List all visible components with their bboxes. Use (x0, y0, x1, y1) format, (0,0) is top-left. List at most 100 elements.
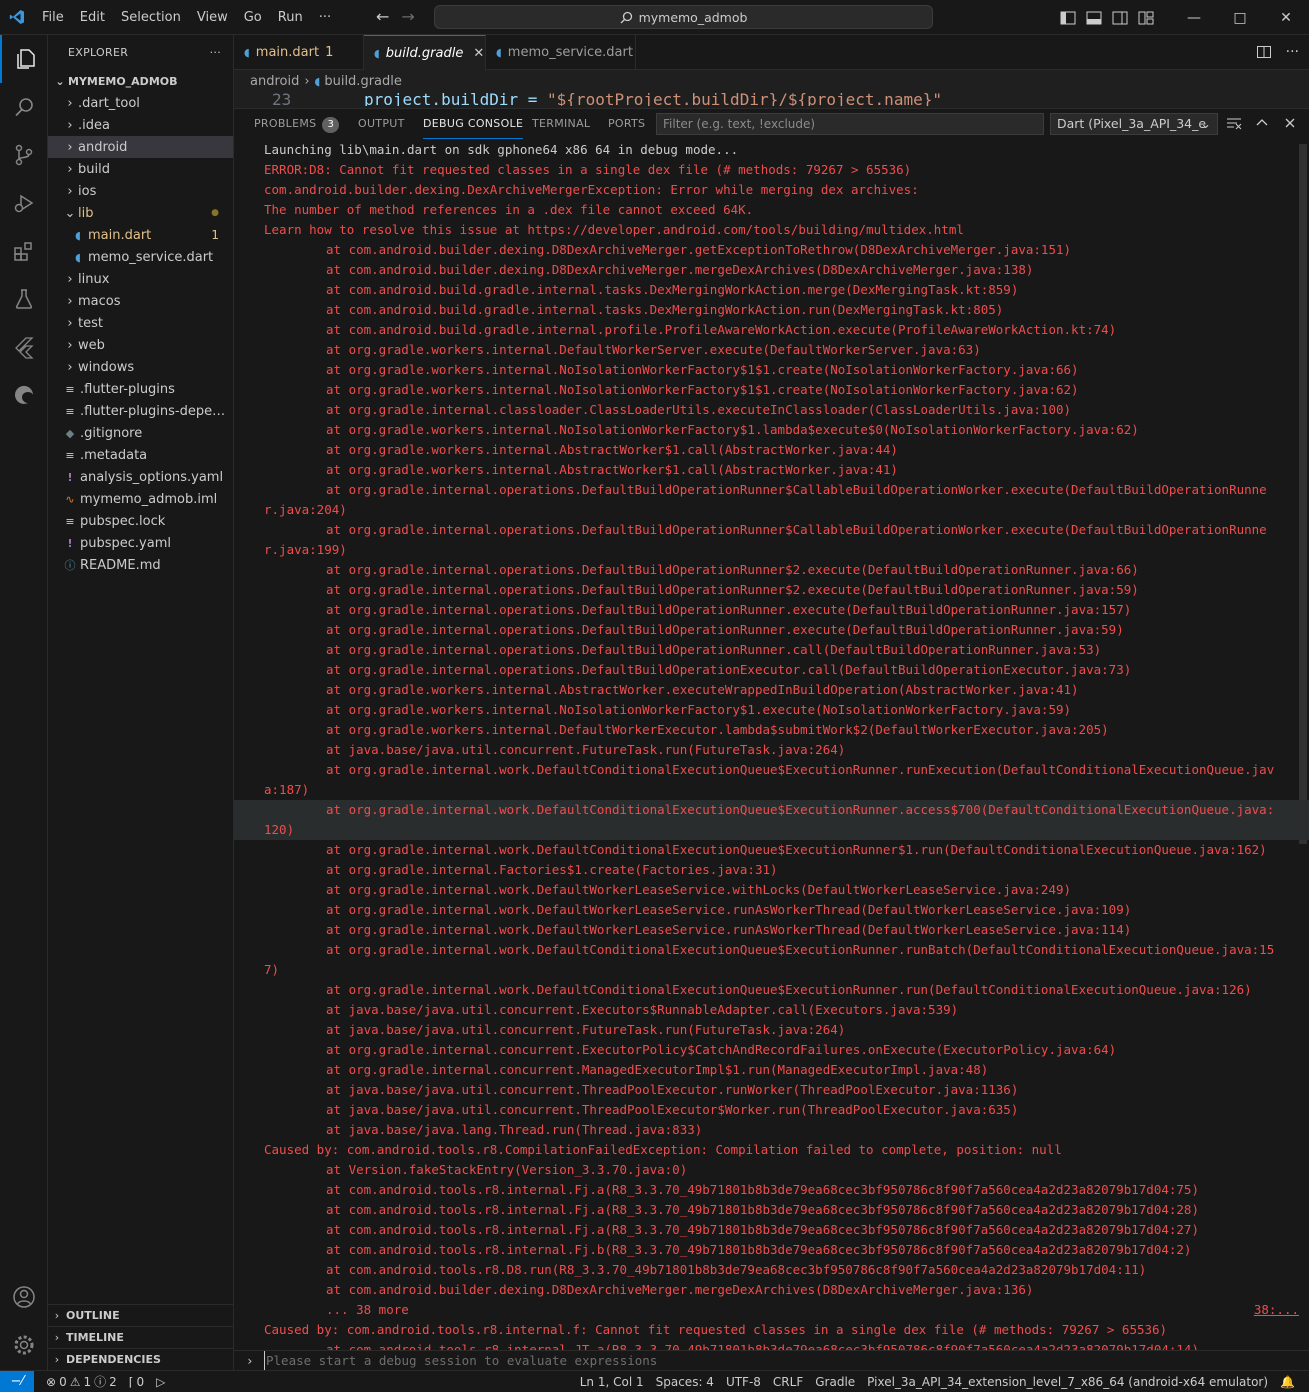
run-and-debug-icon[interactable] (0, 179, 48, 227)
tab-ports[interactable]: PORTS (608, 117, 645, 139)
tree-item-flutter-plugins-dependencies[interactable]: ≡ .flutter-plugins-dependencies (48, 400, 233, 422)
tree-item-memo-service-dart[interactable]: ◖ memo_service.dart (48, 246, 233, 268)
tree-item-test[interactable]: › test (48, 312, 233, 334)
menu-file[interactable]: File (34, 0, 72, 35)
tab-main-dart[interactable]: ◖ main.dart 1 (234, 35, 364, 70)
tree-item-macos[interactable]: › macos (48, 290, 233, 312)
tab-build-gradle[interactable]: ◖ build.gradle ✕ (364, 35, 486, 70)
search-icon[interactable] (0, 83, 48, 131)
tree-item-gitignore[interactable]: ◆ .gitignore (48, 422, 233, 444)
testing-icon[interactable] (0, 275, 48, 323)
close-panel-icon[interactable] (1282, 115, 1298, 135)
split-editor-icon[interactable] (1256, 44, 1272, 64)
maximize-icon[interactable]: □ (1217, 0, 1263, 35)
go-back-icon[interactable]: ← (376, 7, 389, 26)
flutter-icon[interactable] (0, 323, 48, 371)
tab-memo-service-dart[interactable]: ◖ memo_service.dart (486, 35, 636, 70)
toggle-secondary-sidebar-icon[interactable] (1107, 0, 1133, 35)
clear-console-icon[interactable] (1226, 115, 1242, 135)
console-line: at com.android.tools.r8.internal.Fj.a(R8… (234, 1200, 1309, 1220)
go-forward-icon[interactable]: → (401, 7, 414, 26)
customize-layout-icon[interactable] (1133, 0, 1159, 35)
source-control-icon[interactable] (0, 131, 48, 179)
console-line-text: at java.base/java.lang.Thread.run(Thread… (326, 1122, 703, 1137)
dart-file-icon: ◖ (75, 250, 81, 264)
tree-item-analysis-options[interactable]: ! analysis_options.yaml (48, 466, 233, 488)
menu-more[interactable]: ··· (311, 0, 339, 35)
close-tab-icon[interactable]: ✕ (473, 46, 484, 61)
menu-go[interactable]: Go (236, 0, 270, 35)
outline-section[interactable]: › OUTLINE (48, 1304, 233, 1326)
chevron-right-icon: › (67, 95, 73, 111)
tab-terminal[interactable]: TERMINAL (532, 117, 590, 139)
dependencies-section[interactable]: › DEPENDENCIES (48, 1348, 233, 1370)
console-line: at org.gradle.internal.operations.Defaul… (234, 480, 1309, 520)
tree-item-windows[interactable]: › windows (48, 356, 233, 378)
console-line-text: at org.gradle.internal.concurrent.Execut… (326, 1042, 1117, 1057)
menu-run[interactable]: Run (270, 0, 311, 35)
tree-item-web[interactable]: › web (48, 334, 233, 356)
menu-selection[interactable]: Selection (113, 0, 189, 35)
tree-item-pubspec-lock[interactable]: ≡ pubspec.lock (48, 510, 233, 532)
cursor-position[interactable]: Ln 1, Col 1 (574, 1375, 650, 1389)
explorer-more-actions[interactable]: ··· (210, 46, 221, 59)
explorer-root-folder[interactable]: ⌄ MYMEMO_ADMOB (48, 70, 233, 92)
tree-item-lib[interactable]: ⌄ lib ● (48, 202, 233, 224)
tree-item-android[interactable]: › android (48, 136, 233, 158)
minimize-icon[interactable]: — (1171, 0, 1217, 35)
command-center-search[interactable]: mymemo_admob (434, 5, 933, 29)
tree-item-iml[interactable]: ∿ mymemo_admob.iml (48, 488, 233, 510)
console-repl-input[interactable]: › Please start a debug session to evalua… (234, 1350, 1309, 1370)
language-mode[interactable]: Gradle (809, 1375, 861, 1389)
indentation[interactable]: Spaces: 4 (650, 1375, 720, 1389)
tree-item-idea[interactable]: › .idea (48, 114, 233, 136)
repl-placeholder: Please start a debug session to evaluate… (264, 1351, 658, 1370)
breadcrumb-folder[interactable]: android (250, 74, 299, 89)
debug-console-output[interactable]: Launching lib\main.dart on sdk gphone64 … (234, 140, 1309, 1350)
console-filter-input[interactable]: Filter (e.g. text, !exclude) (656, 113, 1044, 135)
tree-item-flutter-plugins[interactable]: ≡ .flutter-plugins (48, 378, 233, 400)
remote-indicator-icon[interactable]: −⁄ (0, 1371, 34, 1392)
manage-gear-icon[interactable] (0, 1321, 48, 1369)
tab-debug-console[interactable]: DEBUG CONSOLE (423, 117, 524, 139)
menu-edit[interactable]: Edit (72, 0, 113, 35)
tab-problems[interactable]: PROBLEMS 3 (254, 117, 340, 139)
console-line: at java.base/java.util.concurrent.Future… (234, 1020, 1309, 1040)
flutter-device[interactable]: Pixel_3a_API_34_extension_level_7_x86_64… (861, 1375, 1274, 1389)
timeline-section[interactable]: › TIMELINE (48, 1326, 233, 1348)
problems-status[interactable]: ⊗ 0 ⚠ 1 ⓘ 2 (40, 1373, 123, 1390)
tree-item-build[interactable]: › build (48, 158, 233, 180)
tree-item-pubspec-yaml[interactable]: ! pubspec.yaml (48, 532, 233, 554)
tree-item-linux[interactable]: › linux (48, 268, 233, 290)
file-encoding[interactable]: UTF-8 (720, 1375, 767, 1389)
tree-item-ios[interactable]: › ios (48, 180, 233, 202)
console-line-text: at org.gradle.internal.operations.Defaul… (326, 562, 1139, 577)
console-line: at org.gradle.internal.work.DefaultCondi… (234, 760, 1309, 800)
ports-status[interactable]: ⌈ 0 (123, 1375, 150, 1389)
chevron-right-icon: › (67, 117, 73, 133)
editor-code-line[interactable]: 23 project.buildDir = "${rootProject.bui… (234, 92, 1309, 106)
console-line-text: at org.gradle.internal.work.DefaultCondi… (326, 942, 1275, 957)
breadcrumb-file[interactable]: build.gradle (324, 74, 402, 89)
notifications-bell-icon[interactable]: 🔔 (1274, 1375, 1301, 1389)
tree-item-metadata[interactable]: ≡ .metadata (48, 444, 233, 466)
extensions-icon[interactable] (0, 227, 48, 275)
close-window-icon[interactable]: ✕ (1263, 0, 1309, 35)
menu-view[interactable]: View (189, 0, 236, 35)
tree-item-readme[interactable]: ⓘ README.md (48, 554, 233, 576)
toggle-primary-sidebar-icon[interactable] (1055, 0, 1081, 35)
more-actions-icon[interactable]: ··· (1286, 44, 1299, 64)
tree-item-dart-tool[interactable]: › .dart_tool (48, 92, 233, 114)
tab-output[interactable]: OUTPUT (358, 117, 405, 139)
edge-devtools-icon[interactable] (0, 371, 48, 419)
source-link[interactable]: 38:... (1254, 1300, 1299, 1320)
maximize-panel-icon[interactable] (1254, 115, 1270, 135)
explorer-icon[interactable] (0, 35, 48, 83)
tree-item-main-dart[interactable]: ◖ main.dart 1 (48, 224, 233, 246)
info-icon: ⓘ (94, 1375, 107, 1389)
debug-status-icon[interactable]: ▷ (150, 1375, 171, 1389)
end-of-line[interactable]: CRLF (767, 1375, 809, 1389)
toggle-panel-icon[interactable] (1081, 0, 1107, 35)
accounts-icon[interactable] (0, 1273, 48, 1321)
debug-session-select[interactable]: Dart (Pixel_3a_API_34_e ⌄ (1050, 113, 1218, 135)
